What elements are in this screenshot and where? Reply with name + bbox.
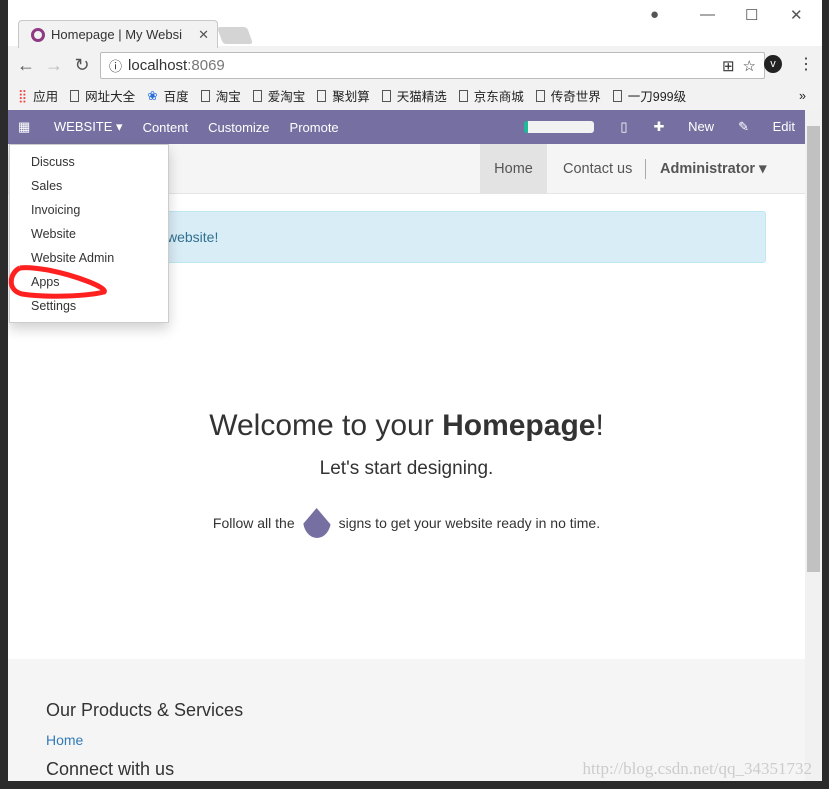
forward-icon[interactable]: → [40, 55, 68, 76]
nav-home[interactable]: Home [480, 144, 547, 194]
extension-v-icon[interactable]: v [764, 55, 782, 73]
page-icon [612, 89, 622, 102]
follow-post: signs to get your website ready in no ti… [338, 515, 601, 531]
address-bar[interactable]: ⓘ localhost:8069 ⊞ ☆ [100, 52, 765, 79]
bookmark[interactable]: ⣿ 应用 [18, 86, 58, 105]
nav-promote[interactable]: Promote [290, 120, 339, 135]
bookmarks-bar: ⣿ 应用 网址大全 ❀ 百度 淘宝 爱淘宝 聚划算 天猫精选 京东商城 传奇世界 一… [8, 83, 822, 108]
browser-window: Homepage | My Websi ✕ ● — ☐ ✕ ← → ↻ ⓘ lo… [8, 0, 822, 781]
page-icon [535, 89, 545, 102]
progress-bar [524, 121, 595, 133]
more-bookmarks-button[interactable]: » [799, 89, 806, 103]
bookmark-label: 应用 [33, 90, 59, 104]
app-label: WEBSITE [53, 119, 113, 134]
new-label: New [688, 119, 715, 134]
menu-item-website[interactable]: Website [10, 222, 168, 246]
nav-content[interactable]: Content [143, 120, 189, 135]
bookmark[interactable]: 爱淘宝 [252, 86, 306, 105]
info-icon: ⓘ [109, 59, 123, 74]
page-icon [252, 89, 262, 102]
bookmark[interactable]: 传奇世界 [535, 86, 601, 105]
url-host: localhost [128, 57, 188, 74]
title-bar: Homepage | My Websi ✕ ● — ☐ ✕ [8, 0, 822, 48]
page-icon [200, 89, 210, 102]
footer-products-heading: Our Products & Services [46, 700, 244, 720]
bookmark-label: 聚划算 [332, 90, 370, 104]
page-scrollbar[interactable] [805, 110, 822, 781]
page-icon [70, 89, 80, 102]
page-icon [317, 89, 327, 102]
browser-toolbar: ← → ↻ ⓘ localhost:8069 ⊞ ☆ v ⋮ [8, 48, 822, 82]
title-bold: Homepage [442, 409, 596, 442]
reload-icon[interactable]: ↻ [68, 55, 96, 76]
bookmark[interactable]: 聚划算 [317, 86, 370, 105]
profile-icon[interactable]: ● [650, 6, 659, 23]
scrollbar-thumb[interactable] [807, 126, 820, 572]
menu-icon[interactable]: ⋮ [798, 54, 814, 74]
bookmark[interactable]: 网址大全 [70, 86, 135, 105]
user-name: Administrator [660, 161, 756, 177]
bookmark-label: 网址大全 [85, 90, 136, 104]
hero-title: Welcome to your Homepage! [8, 409, 805, 443]
menu-item-sales[interactable]: Sales [10, 174, 168, 198]
bookmark[interactable]: 天猫精选 [381, 86, 447, 105]
bookmark[interactable]: 京东商城 [458, 86, 524, 105]
bookmark-label: 天猫精选 [396, 90, 447, 104]
drop-sign-icon [302, 508, 331, 538]
bookmark-label: 淘宝 [215, 90, 241, 104]
hero-follow-text: Follow all the signs to get your website … [8, 508, 805, 538]
watermark: http://blog.csdn.net/qq_34351732 [582, 759, 813, 778]
red-circle-annotation [8, 265, 107, 299]
browser-tab[interactable]: Homepage | My Websi ✕ [18, 20, 218, 48]
odoo-top-nav: ▦ WEBSITE ▾ Content Customize Promote ▯ … [8, 110, 805, 144]
bookmark-label: 一刀999级 [627, 90, 687, 104]
edit-button[interactable]: ✎ Edit [738, 119, 795, 135]
tab-title: Homepage | My Websi [51, 27, 183, 42]
title-pre: Welcome to your [209, 409, 443, 442]
bookmark[interactable]: 淘宝 [200, 86, 241, 105]
bookmark[interactable]: 一刀999级 [612, 86, 687, 105]
apps-grid-icon: ⣿ [18, 89, 28, 103]
bookmark-label: 爱淘宝 [267, 90, 306, 104]
close-window-button[interactable]: ✕ [790, 6, 803, 24]
hero-subtitle: Let's start designing. [319, 458, 494, 479]
nav-contact-us[interactable]: Contact us [563, 144, 632, 194]
mobile-preview-icon[interactable]: ▯ [620, 119, 627, 135]
maximize-button[interactable]: ☐ [745, 6, 758, 24]
footer-home-link[interactable]: Home [46, 732, 83, 748]
website-app-menu[interactable]: ▦ WEBSITE ▾ [18, 119, 123, 135]
new-button[interactable]: ✚ New [654, 119, 715, 135]
menu-item-invoicing[interactable]: Invoicing [10, 198, 168, 222]
edit-label: Edit [772, 119, 795, 134]
bookmark-label: 京东商城 [473, 90, 524, 104]
bookmark-label: 百度 [163, 90, 189, 104]
baidu-paw-icon: ❀ [147, 89, 158, 103]
title-post: ! [595, 409, 604, 442]
welcome-alert: website! [148, 211, 766, 263]
bookmark-label: 传奇世界 [550, 90, 601, 104]
user-menu[interactable]: Administrator ▾ [660, 144, 766, 194]
new-tab-button[interactable] [216, 27, 254, 44]
page-icon [381, 89, 391, 102]
odoo-favicon-icon [31, 27, 45, 42]
close-tab-icon[interactable]: ✕ [198, 27, 209, 43]
follow-pre: Follow all the [212, 515, 295, 531]
url-port: :8069 [187, 57, 225, 74]
translate-icon[interactable]: ⊞ [722, 57, 735, 75]
menu-item-discuss[interactable]: Discuss [10, 150, 168, 174]
bookmark[interactable]: ❀ 百度 [147, 86, 189, 105]
star-icon[interactable]: ☆ [743, 57, 756, 75]
page-icon [458, 89, 468, 102]
divider [645, 159, 646, 179]
back-icon[interactable]: ← [12, 55, 40, 76]
nav-customize[interactable]: Customize [208, 120, 269, 135]
footer-connect-heading: Connect with us [46, 759, 175, 779]
minimize-button[interactable]: — [700, 6, 715, 23]
